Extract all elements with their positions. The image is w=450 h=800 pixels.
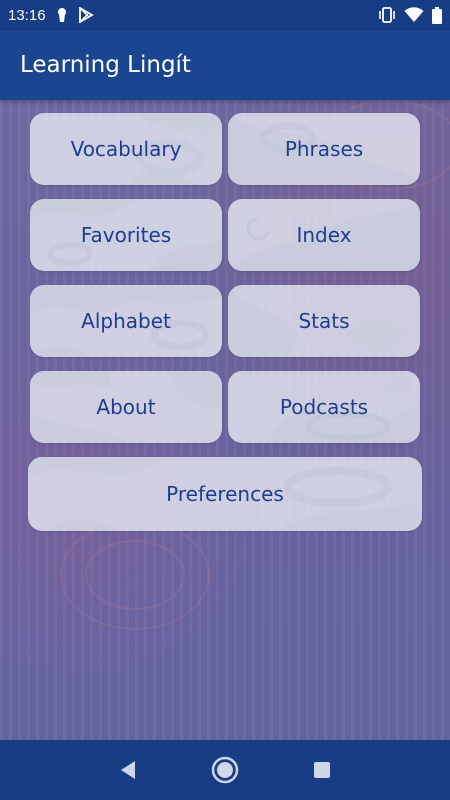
about-label: About (96, 395, 156, 419)
status-time: 13:16 (8, 6, 46, 24)
battery-icon (432, 6, 442, 24)
keyhole-icon (56, 7, 68, 23)
preferences-label: Preferences (166, 482, 284, 506)
favorites-button[interactable]: Favorites (30, 199, 222, 271)
app-bar: Learning Lingít (0, 30, 450, 100)
stats-button[interactable]: Stats (228, 285, 420, 357)
home-icon[interactable] (205, 750, 245, 790)
app-title: Learning Lingít (20, 52, 191, 78)
play-store-icon (78, 7, 94, 23)
podcasts-label: Podcasts (279, 395, 369, 419)
vocabulary-label: Vocabulary (70, 137, 182, 161)
status-right (378, 6, 442, 24)
vibrate-icon (378, 7, 396, 23)
preferences-button[interactable]: Preferences (28, 457, 422, 531)
phrases-button[interactable]: Phrases (228, 113, 420, 185)
navigation-bar (0, 740, 450, 800)
home-menu: Vocabulary Phrases Favorites Index Alpha… (0, 100, 450, 740)
alphabet-label: Alphabet (81, 309, 171, 333)
index-label: Index (296, 223, 352, 247)
recents-icon[interactable] (302, 750, 342, 790)
stats-label: Stats (298, 309, 350, 333)
vocabulary-button[interactable]: Vocabulary (30, 113, 222, 185)
phrases-label: Phrases (284, 137, 364, 161)
wood-grain-ring (85, 540, 185, 610)
podcasts-button[interactable]: Podcasts (228, 371, 420, 443)
favorites-label: Favorites (80, 223, 172, 247)
status-left: 13:16 (8, 7, 94, 24)
alphabet-button[interactable]: Alphabet (30, 285, 222, 357)
back-icon[interactable] (108, 750, 148, 790)
wifi-icon (404, 7, 424, 23)
status-bar: 13:16 (0, 0, 450, 30)
about-button[interactable]: About (30, 371, 222, 443)
index-button[interactable]: Index (228, 199, 420, 271)
